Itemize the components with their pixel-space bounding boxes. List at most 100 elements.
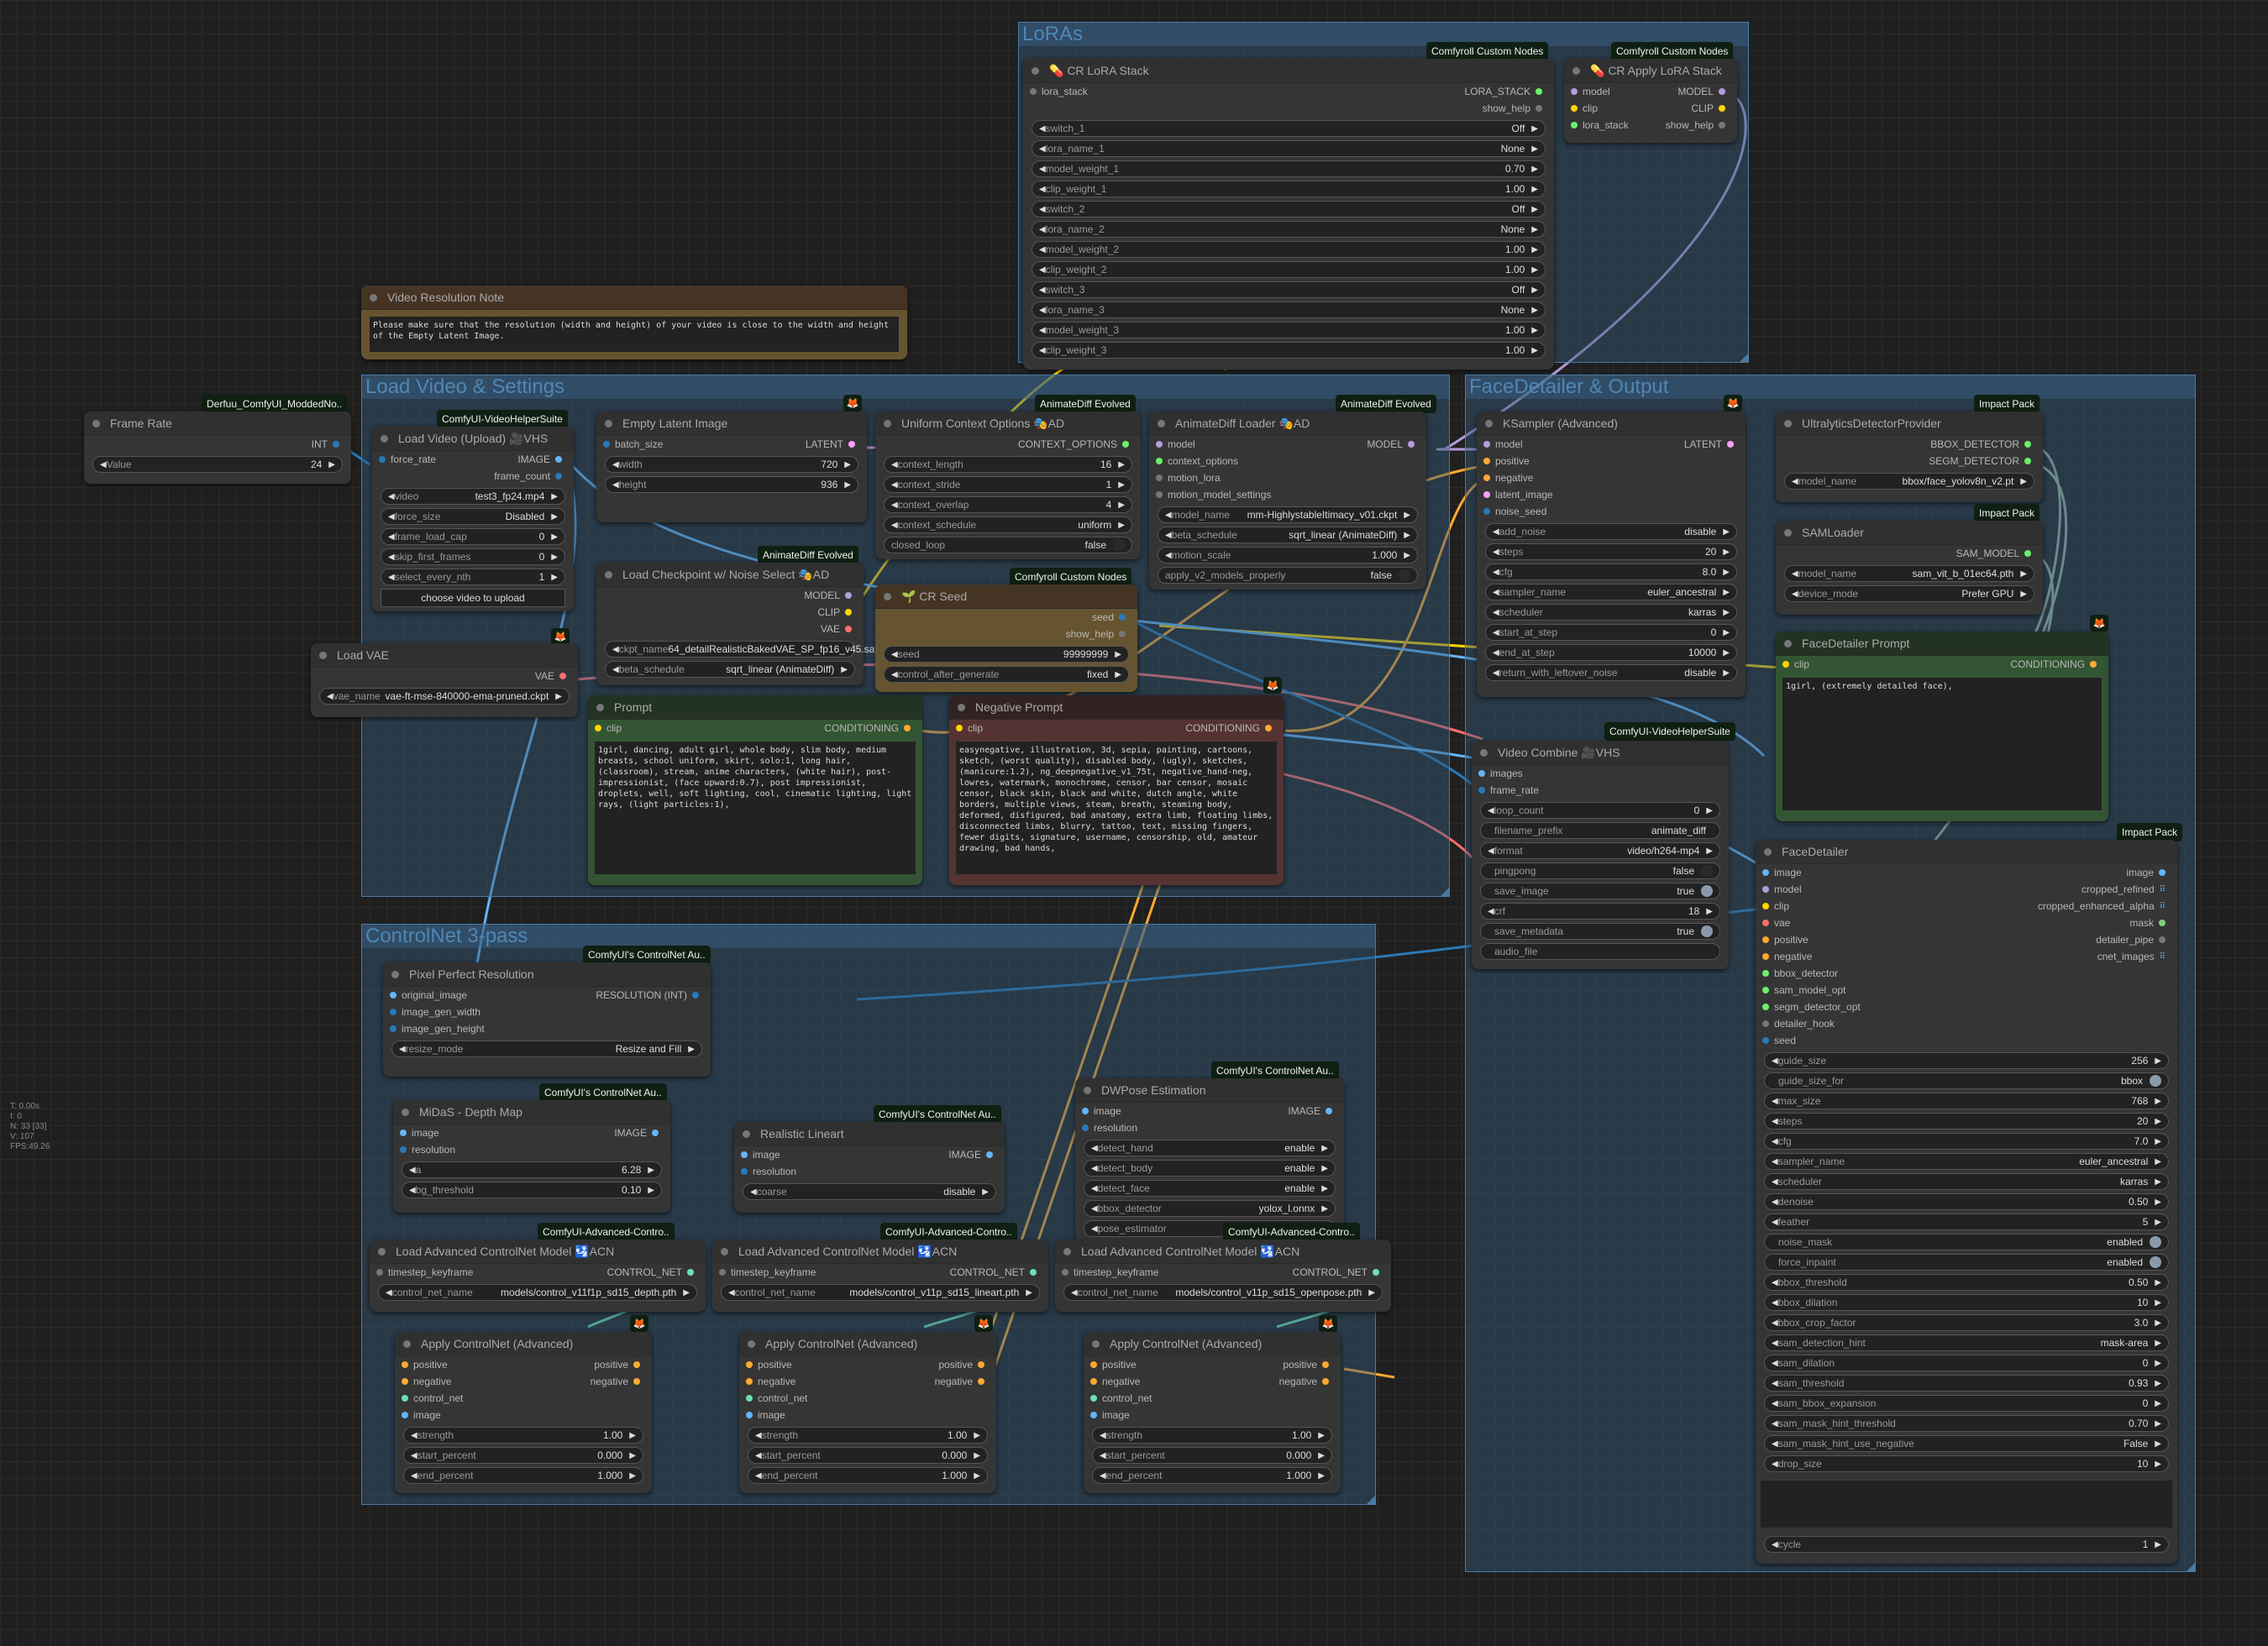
node-negative-prompt[interactable]: Negative Prompt clip CONDITIONING easyneg… bbox=[949, 695, 1284, 885]
widget-cycle[interactable]: ◀ cycle 1 ▶ bbox=[1764, 1536, 2169, 1553]
increment-arrow-icon[interactable]: ▶ bbox=[1723, 527, 1730, 537]
widget-add-noise[interactable]: ◀ add_noise disable ▶ bbox=[1485, 523, 1737, 540]
increment-arrow-icon[interactable]: ▶ bbox=[1723, 668, 1730, 678]
decrement-arrow-icon[interactable]: ◀ bbox=[1091, 1204, 1098, 1214]
decrement-arrow-icon[interactable]: ◀ bbox=[1772, 1419, 1778, 1428]
collapse-dot[interactable] bbox=[721, 1247, 728, 1255]
increment-arrow-icon[interactable]: ▶ bbox=[2020, 477, 2027, 486]
widget-skip-first-frames[interactable]: ◀ skip_first_frames 0 ▶ bbox=[381, 548, 565, 565]
collapse-dot[interactable] bbox=[378, 1247, 386, 1255]
increment-arrow-icon[interactable]: ▶ bbox=[1026, 1288, 1032, 1297]
decrement-arrow-icon[interactable]: ◀ bbox=[1039, 144, 1046, 154]
node-load-vae[interactable]: Load VAE VAE ◀ vae_name vae-ft-mse-840000-… bbox=[311, 643, 578, 717]
input-slot[interactable] bbox=[1762, 1004, 1769, 1010]
increment-arrow-icon[interactable]: ▶ bbox=[1531, 326, 1538, 335]
widget-beta-schedule[interactable]: ◀ beta_schedule sqrt_linear (AnimateDiff) ▶ bbox=[1158, 527, 1418, 543]
node-header[interactable]: Empty Latent Image bbox=[596, 412, 867, 436]
output-slot-image[interactable] bbox=[555, 456, 562, 463]
increment-arrow-icon[interactable]: ▶ bbox=[551, 553, 558, 562]
input-slot-noise-seed[interactable] bbox=[1483, 508, 1490, 515]
input-slot-batch-size[interactable] bbox=[603, 441, 610, 448]
node-header[interactable]: Pixel Perfect Resolution bbox=[383, 962, 711, 987]
widget-vae-name[interactable]: ◀ vae_name vae-ft-mse-840000-ema-pruned.ck… bbox=[319, 688, 570, 705]
input-slot-image[interactable] bbox=[746, 1412, 753, 1418]
widget-start-percent[interactable]: ◀ start_percent 0.000 ▶ bbox=[748, 1447, 988, 1464]
input-slot-motion-model-settings[interactable] bbox=[1156, 491, 1163, 498]
decrement-arrow-icon[interactable]: ◀ bbox=[1792, 569, 1798, 579]
input-slot-clip[interactable] bbox=[1571, 105, 1578, 112]
widget-seed[interactable]: ◀ seed 99999999 ▶ bbox=[884, 646, 1129, 663]
increment-arrow-icon[interactable]: ▶ bbox=[2020, 590, 2027, 599]
collapse-dot[interactable] bbox=[743, 1130, 750, 1138]
decrement-arrow-icon[interactable]: ◀ bbox=[1493, 548, 1499, 557]
widget-save-image[interactable]: save_image true bbox=[1480, 883, 1720, 899]
increment-arrow-icon[interactable]: ▶ bbox=[2155, 1137, 2161, 1146]
increment-arrow-icon[interactable]: ▶ bbox=[1118, 480, 1125, 490]
node-header[interactable]: Load Advanced ControlNet Model 🛂ACN bbox=[1055, 1240, 1391, 1264]
node-header[interactable]: Load Video (Upload) 🎥VHS bbox=[372, 427, 574, 451]
widget-coarse[interactable]: ◀ coarse disable ▶ bbox=[743, 1183, 996, 1200]
node-header[interactable]: Load VAE bbox=[311, 643, 578, 668]
widget-a[interactable]: ◀ a 6.28 ▶ bbox=[402, 1161, 662, 1178]
collapse-dot[interactable] bbox=[1032, 66, 1039, 75]
decrement-arrow-icon[interactable]: ◀ bbox=[1772, 1117, 1778, 1126]
input-slot[interactable] bbox=[1762, 970, 1769, 977]
widget-sam-threshold[interactable]: ◀ sam_threshold 0.93 ▶ bbox=[1764, 1375, 2169, 1392]
increment-arrow-icon[interactable]: ▶ bbox=[2155, 1097, 2161, 1106]
increment-arrow-icon[interactable]: ▶ bbox=[2155, 1439, 2161, 1449]
collapse-dot[interactable] bbox=[1092, 1339, 1100, 1348]
output-slot-latent[interactable] bbox=[1727, 441, 1734, 448]
choose-video-upload-button[interactable]: choose video to upload bbox=[381, 589, 565, 607]
decrement-arrow-icon[interactable]: ◀ bbox=[1772, 1399, 1778, 1408]
input-slot[interactable] bbox=[1762, 936, 1769, 943]
node-header[interactable]: Video Resolution Note bbox=[361, 286, 907, 310]
increment-arrow-icon[interactable]: ▶ bbox=[555, 692, 562, 701]
input-slot-positive[interactable] bbox=[746, 1361, 753, 1368]
increment-arrow-icon[interactable]: ▶ bbox=[844, 480, 851, 490]
widget-guide-size[interactable]: ◀ guide_size 256 ▶ bbox=[1764, 1052, 2169, 1069]
input-slot[interactable] bbox=[1762, 920, 1769, 926]
input-slot-context-options[interactable] bbox=[1156, 458, 1163, 464]
widget-strength[interactable]: ◀ strength 1.00 ▶ bbox=[748, 1427, 988, 1444]
widget-start-percent[interactable]: ◀ start_percent 0.000 ▶ bbox=[1092, 1447, 1332, 1464]
decrement-arrow-icon[interactable]: ◀ bbox=[1772, 1318, 1778, 1328]
widget-clip-weight-1[interactable]: ◀ clip_weight_1 1.00 ▶ bbox=[1032, 181, 1546, 197]
widget-noise-mask[interactable]: noise_mask enabled bbox=[1764, 1234, 2169, 1250]
output-slot[interactable] bbox=[2159, 920, 2166, 926]
widget-denoise[interactable]: ◀ denoise 0.50 ▶ bbox=[1764, 1193, 2169, 1210]
output-slot-model[interactable] bbox=[1719, 88, 1725, 95]
collapse-dot[interactable] bbox=[1480, 748, 1488, 757]
increment-arrow-icon[interactable]: ▶ bbox=[1404, 531, 1410, 540]
input-slot-timestep-keyframe[interactable] bbox=[719, 1269, 726, 1276]
output-slot-vae[interactable] bbox=[845, 626, 852, 632]
increment-arrow-icon[interactable]: ▶ bbox=[629, 1431, 636, 1440]
collapse-dot[interactable] bbox=[1784, 639, 1792, 647]
input-slot-latent-image[interactable] bbox=[1483, 491, 1490, 498]
input-slot-resolution[interactable] bbox=[741, 1168, 748, 1175]
output-slot-negative[interactable] bbox=[1322, 1378, 1329, 1385]
output-slot-bbox-detector[interactable] bbox=[2024, 441, 2031, 448]
decrement-arrow-icon[interactable]: ◀ bbox=[327, 692, 333, 701]
node-animatediff-loader[interactable]: AnimateDiff Loader 🎭AD model MODEL contex… bbox=[1149, 412, 1426, 590]
decrement-arrow-icon[interactable]: ◀ bbox=[891, 501, 898, 510]
decrement-arrow-icon[interactable]: ◀ bbox=[891, 650, 898, 659]
widget-drop-size[interactable]: ◀ drop_size 10 ▶ bbox=[1764, 1455, 2169, 1472]
decrement-arrow-icon[interactable]: ◀ bbox=[1493, 527, 1499, 537]
collapse-dot[interactable] bbox=[605, 570, 612, 579]
increment-arrow-icon[interactable]: ▶ bbox=[1531, 144, 1538, 154]
input-slot-timestep-keyframe[interactable] bbox=[1062, 1269, 1068, 1276]
widget-frame-load-cap[interactable]: ◀ frame_load_cap 0 ▶ bbox=[381, 528, 565, 545]
node-header[interactable]: FaceDetailer Prompt bbox=[1776, 632, 2108, 656]
output-slot-context-options[interactable] bbox=[1122, 441, 1129, 448]
decrement-arrow-icon[interactable]: ◀ bbox=[891, 460, 898, 469]
decrement-arrow-icon[interactable]: ◀ bbox=[1091, 1224, 1098, 1234]
node-header[interactable]: 🌱 CR Seed bbox=[875, 584, 1137, 609]
widget-crf[interactable]: ◀ crf 18 ▶ bbox=[1480, 903, 1720, 920]
output-slot-seed[interactable] bbox=[1119, 614, 1126, 621]
input-slot-image-gen-width[interactable] bbox=[390, 1009, 396, 1015]
collapse-dot[interactable] bbox=[1764, 847, 1772, 856]
input-slot-clip[interactable] bbox=[1782, 661, 1789, 668]
increment-arrow-icon[interactable]: ▶ bbox=[1118, 460, 1125, 469]
decrement-arrow-icon[interactable]: ◀ bbox=[1039, 165, 1046, 174]
increment-arrow-icon[interactable]: ▶ bbox=[2155, 1278, 2161, 1287]
